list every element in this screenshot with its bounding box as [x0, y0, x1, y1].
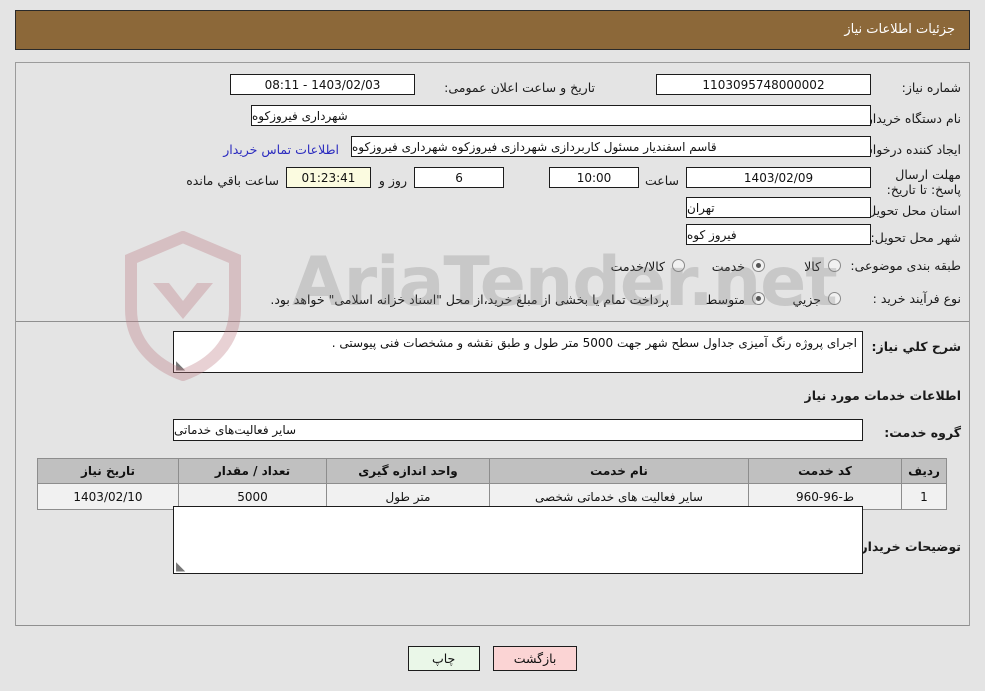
buyer-org-label: نام دستگاه خریدار:	[862, 111, 961, 126]
col-header-quantity: تعداد / مقدار	[178, 458, 327, 484]
cell-row: 1	[901, 483, 947, 510]
need-number-value: 1103095748000002	[656, 74, 871, 95]
creator-value: قاسم اسفندیار مسئول کاربردازی شهردازی فی…	[351, 136, 871, 157]
buyer-notes-label: توضیحات خریدار:	[855, 539, 961, 554]
category-radio-kala-khedmat[interactable]	[672, 259, 685, 272]
buyer-contact-link[interactable]: اطلاعات تماس خریدار	[223, 142, 339, 157]
cell-date: 1403/02/10	[37, 483, 179, 510]
details-panel: شماره نیاز: 1103095748000002 تاریخ و ساع…	[15, 62, 970, 626]
service-group-label: گروه خدمت:	[884, 425, 961, 440]
category-option-label-2: کالا/خدمت	[610, 259, 665, 274]
page-title: جزئیات اطلاعات نیاز	[844, 22, 955, 37]
public-announce-label: تاریخ و ساعت اعلان عمومی:	[444, 80, 595, 95]
category-radio-khedmat[interactable]	[752, 259, 765, 272]
col-header-name: نام خدمت	[489, 458, 749, 484]
resize-handle-icon[interactable]: ◢	[176, 358, 188, 372]
city-value: فیروز کوه	[686, 224, 871, 245]
print-button[interactable]: چاپ	[407, 646, 480, 671]
col-header-unit: واحد اندازه گیری	[326, 458, 490, 484]
window-titlebar: جزئیات اطلاعات نیاز	[15, 10, 970, 50]
buyer-org-value: شهرداری فیروزکوه	[251, 105, 871, 126]
process-radio-motevaset[interactable]	[752, 292, 765, 305]
deadline-time-value: 10:00	[549, 167, 639, 188]
services-table: ردیف کد خدمت نام خدمت واحد اندازه گیری ت…	[37, 458, 947, 510]
col-header-date: تاریخ نیاز	[37, 458, 179, 484]
table-header-row: ردیف کد خدمت نام خدمت واحد اندازه گیری ت…	[37, 458, 947, 484]
resize-handle-icon[interactable]: ◢	[176, 559, 188, 573]
public-announce-value: 1403/02/03 - 08:11	[230, 74, 415, 95]
process-option-label-0: جزیي	[792, 292, 821, 307]
description-textarea[interactable]: اجرای پروژه رنگ آمیزی جداول سطح شهر جهت …	[173, 331, 863, 373]
buyer-notes-textarea[interactable]: ◢	[173, 506, 863, 574]
days-remaining-value: 6	[414, 167, 504, 188]
countdown-value: 01:23:41	[286, 167, 371, 188]
deadline-date-value: 1403/02/09	[686, 167, 871, 188]
province-value: تهران	[686, 197, 871, 218]
category-option-label-1: خدمت	[711, 259, 745, 274]
city-label: شهر محل تحویل:	[870, 230, 961, 245]
days-remaining-label: روز و	[378, 173, 407, 188]
services-section: شرح کلي نیاز: اجرای پروژه رنگ آمیزی جداو…	[16, 322, 969, 625]
need-info-section: شماره نیاز: 1103095748000002 تاریخ و ساع…	[16, 62, 969, 321]
description-label: شرح کلي نیاز:	[871, 339, 961, 354]
service-group-value: سایر فعالیت‌های خدماتی	[173, 419, 863, 441]
section-divider-2	[16, 625, 969, 626]
category-option-label-0: کالا	[804, 259, 821, 274]
process-label: نوع فرآیند خرید :	[872, 291, 961, 306]
process-radio-jozi[interactable]	[828, 292, 841, 305]
services-section-title: اطلاعات خدمات مورد نیاز	[804, 388, 962, 403]
process-option-label-1: متوسط	[705, 292, 745, 307]
province-label: استان محل تحویل:	[862, 203, 961, 218]
description-value: اجرای پروژه رنگ آمیزی جداول سطح شهر جهت …	[331, 336, 857, 350]
deadline-label: مهلت ارسال پاسخ: تا تاریخ:	[886, 167, 961, 197]
back-button[interactable]: بازگشت	[492, 646, 578, 671]
action-buttons: بازگشت چاپ	[0, 646, 985, 671]
hour-label: ساعت	[644, 173, 679, 188]
col-header-code: کد خدمت	[748, 458, 902, 484]
need-number-label: شماره نیاز:	[901, 80, 961, 95]
category-radio-kala[interactable]	[828, 259, 841, 272]
col-header-row: ردیف	[901, 458, 947, 484]
category-label: طبقه بندی موضوعی:	[850, 258, 961, 273]
process-note: پرداخت تمام یا بخشی از مبلغ خرید،از محل …	[270, 292, 669, 307]
countdown-label: ساعت باقي مانده	[186, 173, 279, 188]
